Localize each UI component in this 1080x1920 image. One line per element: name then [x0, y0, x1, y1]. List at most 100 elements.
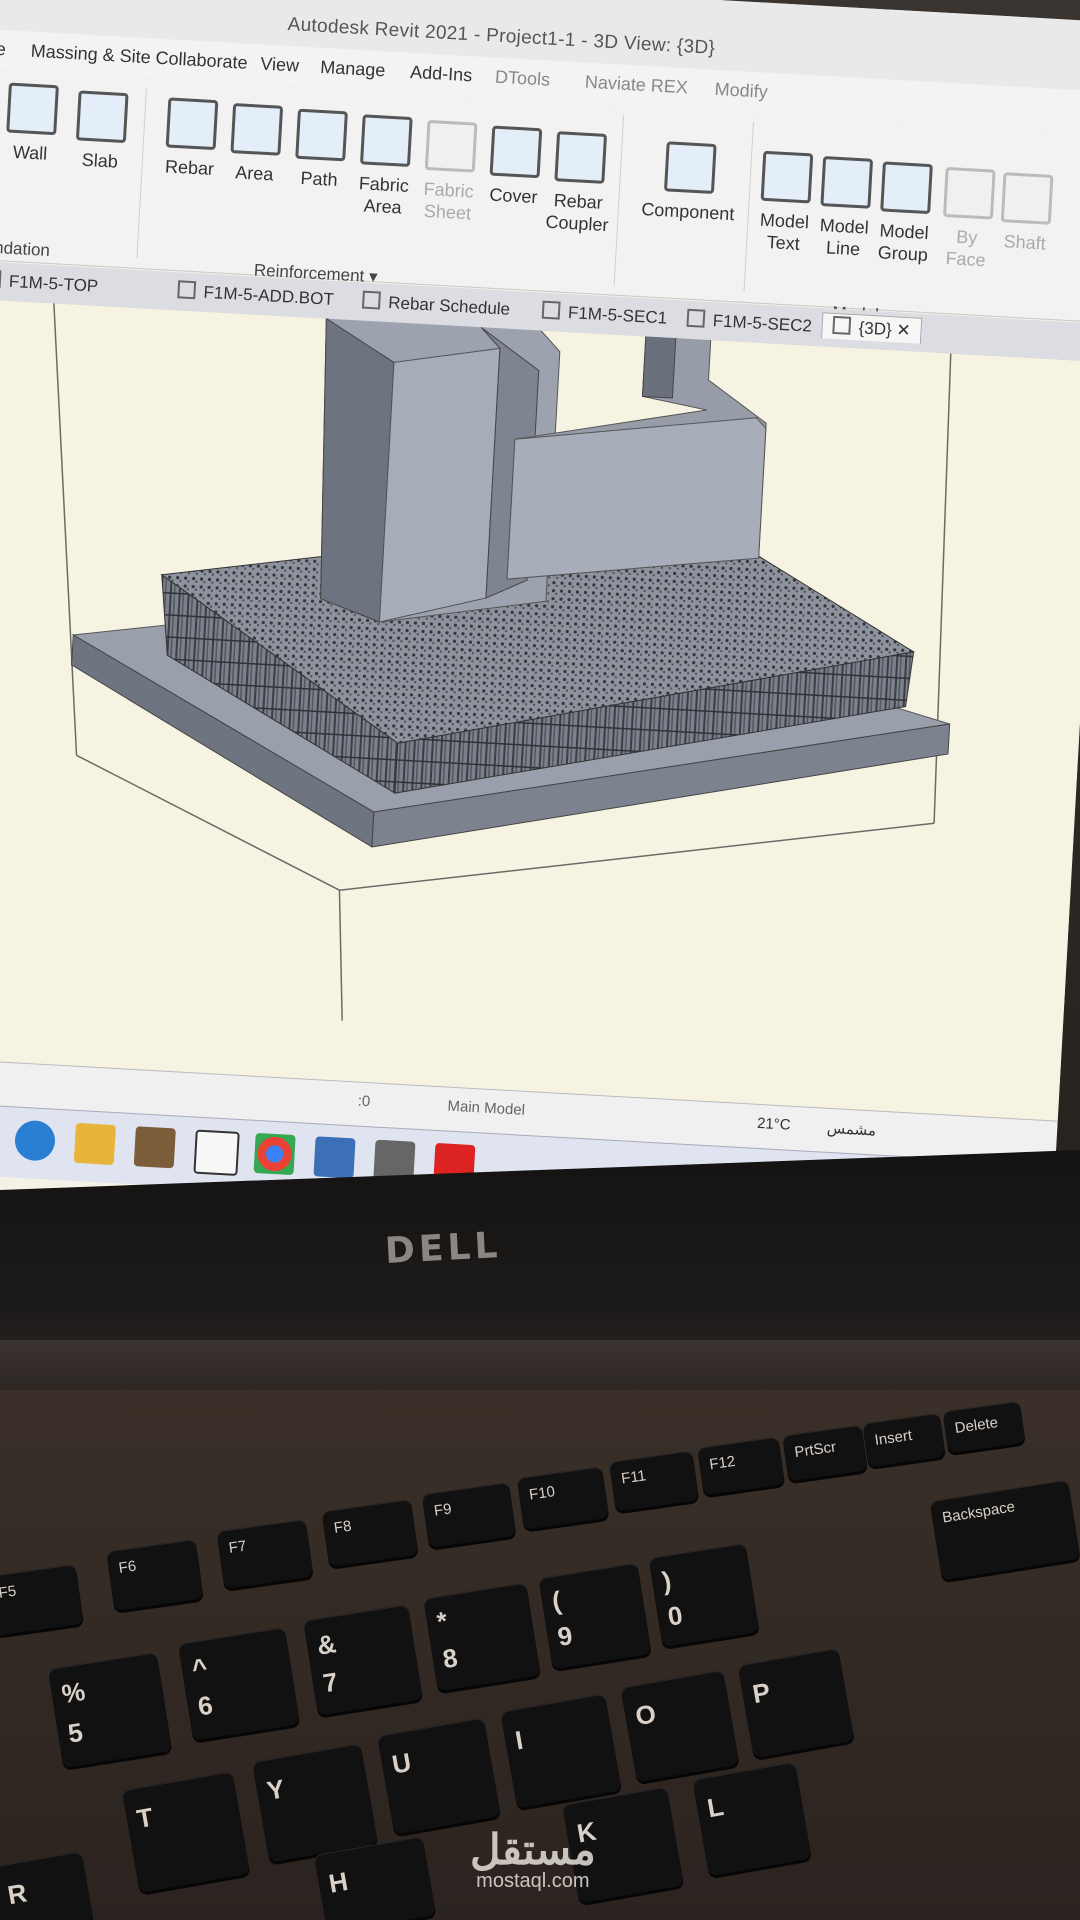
menu-item-manage[interactable]: Manage [320, 57, 386, 82]
key-backspace[interactable]: Backspace [929, 1479, 1080, 1581]
key-y[interactable]: Y [251, 1743, 379, 1863]
model-text-label: Model Text [759, 209, 810, 254]
key-shift-label: & [314, 1628, 339, 1661]
key-f5[interactable]: F5 [0, 1564, 84, 1636]
shaft-label: Shaft [1003, 231, 1047, 254]
menu-item-naviate[interactable]: Naviate REX [584, 72, 688, 99]
cover-icon [489, 125, 543, 179]
tab-f1m-5-sec2[interactable]: F1M-5-SEC2 [686, 308, 812, 337]
mail-icon[interactable] [193, 1129, 240, 1176]
by-face-button[interactable]: By Face [935, 166, 1001, 272]
tab-rebar-schedule[interactable]: Rebar Schedule [361, 290, 511, 320]
menu-item-collaborate[interactable]: Collaborate [155, 48, 248, 74]
key-8[interactable]: * 8 [423, 1582, 541, 1692]
panel-foundation-label: undation [0, 237, 51, 261]
tab-label: F1M-5-TOP [8, 271, 99, 296]
tab-label: F1M-5-ADD.BOT [203, 282, 335, 309]
menu-item-view[interactable]: View [260, 54, 300, 77]
key-6[interactable]: ^ 6 [177, 1627, 301, 1741]
model-text-button[interactable]: Model Text [751, 150, 821, 255]
fabric-area-icon [359, 114, 413, 168]
key-l[interactable]: L [692, 1761, 812, 1877]
key-f12[interactable]: F12 [697, 1436, 785, 1496]
edge-icon[interactable] [13, 1119, 57, 1162]
key-insert[interactable]: Insert [862, 1412, 946, 1468]
key-label: F9 [432, 1500, 453, 1520]
key-label: Insert [873, 1426, 914, 1449]
model-line-button[interactable]: Model Line [810, 156, 880, 261]
key-label: F6 [117, 1557, 138, 1577]
key-o[interactable]: O [620, 1669, 740, 1783]
slab-button[interactable]: Slab [59, 90, 143, 174]
fabric-sheet-label: Fabric Sheet [423, 178, 475, 224]
key-f11[interactable]: F11 [608, 1450, 700, 1512]
wall-icon [6, 82, 59, 136]
key-r[interactable]: R [0, 1851, 97, 1920]
rebar-coupler-label: Rebar Coupler [544, 190, 610, 236]
key-label: 9 [555, 1619, 575, 1652]
menu-item-dtools[interactable]: DTools [494, 67, 551, 91]
area-label: Area [234, 162, 274, 185]
key-label: 6 [195, 1689, 215, 1722]
rebar-icon [165, 97, 219, 151]
key-5[interactable]: % 5 [47, 1652, 173, 1768]
model-group-button[interactable]: Model Group [870, 161, 940, 266]
key-label: F5 [0, 1582, 18, 1602]
key-f8[interactable]: F8 [321, 1499, 419, 1567]
key-label: R [5, 1877, 30, 1911]
key-p[interactable]: P [737, 1647, 855, 1759]
key-f9[interactable]: F9 [421, 1482, 517, 1548]
close-icon[interactable]: ✕ [896, 320, 911, 340]
key-t[interactable]: T [121, 1771, 251, 1893]
component-button[interactable]: Component [637, 140, 741, 225]
path-icon [295, 108, 348, 162]
menu-item-e[interactable]: e [0, 39, 6, 61]
cover-label: Cover [488, 184, 538, 208]
menu-item-addins[interactable]: Add-Ins [410, 62, 473, 86]
tab-label: F1M-5-SEC1 [567, 303, 668, 328]
tab-f1m-5-sec1[interactable]: F1M-5-SEC1 [541, 300, 668, 329]
key-label: Backspace [941, 1498, 1017, 1527]
rebar-label: Rebar [164, 156, 215, 180]
key-delete[interactable]: Delete [942, 1400, 1026, 1454]
key-f6[interactable]: F6 [106, 1539, 204, 1611]
weather-temp: 21°C [756, 1114, 792, 1134]
watermark-arabic: مستقل [470, 1826, 596, 1873]
wall-label: Wall [12, 141, 48, 164]
key-f10[interactable]: F10 [516, 1466, 610, 1530]
key-label: 5 [65, 1716, 85, 1749]
plan-view-icon [177, 280, 197, 300]
key-i[interactable]: I [500, 1693, 622, 1809]
store-icon[interactable] [133, 1126, 176, 1169]
chrome-icon[interactable] [253, 1132, 296, 1176]
weather-desc: مشمس [826, 1119, 877, 1140]
shaft-icon [1000, 172, 1054, 225]
menu-item-massing[interactable]: Massing & Site [30, 41, 151, 69]
menu-item-modify[interactable]: Modify [714, 79, 768, 103]
model-text-icon [760, 150, 814, 204]
shaft-button[interactable]: Shaft [996, 172, 1056, 255]
key-7[interactable]: & 7 [303, 1604, 423, 1716]
revit-icon[interactable] [313, 1136, 356, 1179]
component-label: Component [640, 199, 735, 225]
rebar-coupler-button[interactable]: Rebar Coupler [536, 130, 622, 236]
key-label: Delete [953, 1414, 1000, 1437]
3d-viewport[interactable] [0, 265, 1080, 1121]
fabric-sheet-icon [424, 119, 478, 173]
file-explorer-icon[interactable] [73, 1122, 116, 1166]
rebar-coupler-icon [554, 131, 608, 184]
active-model[interactable]: Main Model [447, 1098, 525, 1119]
brand-logo: DELL [384, 1224, 503, 1273]
key-shift-label: * [434, 1605, 450, 1637]
tab-3d-view[interactable]: {3D} ✕ [820, 312, 923, 344]
3d-view-icon [832, 315, 852, 335]
tab-f1m-5-top[interactable]: F1M-5-TOP [0, 269, 99, 296]
key-f7[interactable]: F7 [216, 1519, 314, 1589]
path-label: Path [300, 167, 339, 190]
key-label: H [326, 1865, 351, 1899]
key-u[interactable]: U [377, 1717, 501, 1835]
key-0[interactable]: ) 0 [648, 1542, 760, 1648]
key-9[interactable]: (9 [538, 1562, 652, 1670]
tab-f1m-5-add-bot[interactable]: F1M-5-ADD.BOT [177, 280, 334, 310]
key-prtscr[interactable]: PrtScr [782, 1424, 868, 1482]
